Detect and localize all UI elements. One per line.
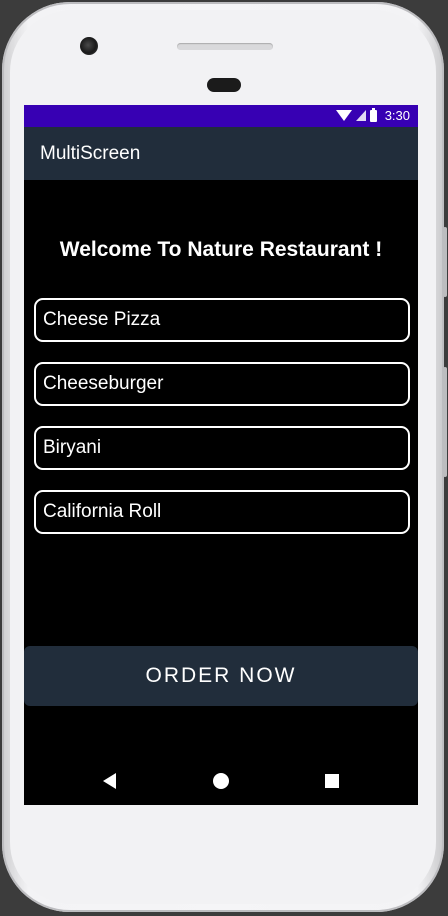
app-bar: MultiScreen <box>24 127 418 180</box>
status-bar: 3:30 <box>24 105 418 127</box>
proximity-sensor <box>207 78 241 92</box>
menu-item-cheeseburger[interactable]: Cheeseburger <box>34 362 410 406</box>
front-camera <box>80 37 98 55</box>
menu-item-california-roll[interactable]: California Roll <box>34 490 410 534</box>
recents-icon[interactable] <box>325 774 339 788</box>
earpiece-speaker <box>177 43 273 50</box>
wifi-icon <box>335 110 352 121</box>
power-button <box>443 367 447 477</box>
home-icon[interactable] <box>213 773 229 789</box>
battery-icon <box>369 107 377 122</box>
order-now-button[interactable]: ORDER NOW <box>24 646 418 706</box>
back-icon[interactable] <box>103 773 116 789</box>
app-title: MultiScreen <box>40 142 141 164</box>
status-time: 3:30 <box>384 108 410 123</box>
device-screen: 3:30 MultiScreen Welcome To Nature Resta… <box>24 105 418 805</box>
welcome-heading: Welcome To Nature Restaurant ! <box>59 238 383 261</box>
menu-item-cheese-pizza[interactable]: Cheese Pizza <box>34 298 410 342</box>
navigation-bar <box>24 755 418 805</box>
volume-button <box>443 227 447 297</box>
menu-item-biryani[interactable]: Biryani <box>34 426 410 470</box>
signal-icon <box>355 110 366 121</box>
